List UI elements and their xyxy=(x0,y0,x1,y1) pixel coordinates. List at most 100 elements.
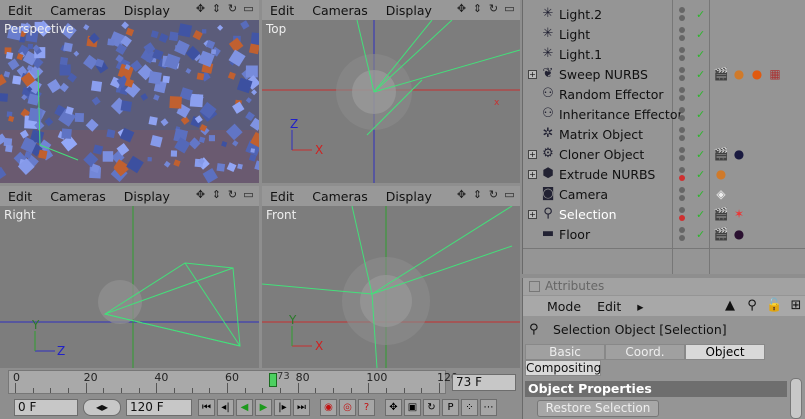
visibility-dots[interactable] xyxy=(677,104,693,124)
object-row[interactable]: ✳ Light ✓ xyxy=(523,24,805,44)
menu-display[interactable]: Display xyxy=(386,189,432,204)
enabled-check-icon[interactable]: ✓ xyxy=(696,68,705,81)
material-dark-purple-tag-icon[interactable]: ● xyxy=(731,226,747,242)
object-row[interactable]: + ⬢ Extrude NURBS ✓ ● xyxy=(523,164,805,184)
enabled-check-icon[interactable]: ✓ xyxy=(696,228,705,241)
expand-toggle-icon[interactable]: + xyxy=(528,69,537,79)
point-level-icon[interactable]: ⁘ xyxy=(461,399,478,416)
object-row[interactable]: + ⚙ Cloner Object ✓ 🎬 ● xyxy=(523,144,805,164)
record-icon[interactable]: ◉ xyxy=(320,399,337,416)
object-name[interactable]: Light.1 xyxy=(559,47,602,62)
scale-view-icon[interactable]: ⇕ xyxy=(210,188,223,202)
object-name[interactable]: Selection xyxy=(559,207,617,222)
enabled-check-icon[interactable]: ✓ xyxy=(696,48,705,61)
move-view-icon[interactable]: ✥ xyxy=(194,2,207,16)
go-to-start-icon[interactable]: ⏮ xyxy=(198,399,215,416)
enabled-check-icon[interactable]: ✓ xyxy=(696,148,705,161)
scale-view-icon[interactable]: ⇕ xyxy=(471,2,484,16)
go-to-end-icon[interactable]: ⏭ xyxy=(293,399,310,416)
visibility-dots[interactable] xyxy=(677,24,693,44)
menu-edit[interactable]: Edit xyxy=(597,299,621,314)
enabled-check-icon[interactable]: ✓ xyxy=(696,8,705,21)
visibility-dots[interactable] xyxy=(677,144,693,164)
scale-key-icon[interactable]: ▣ xyxy=(404,399,421,416)
keyframe-selection-icon[interactable]: ? xyxy=(358,399,375,416)
viewport-right-canvas[interactable]: Right Y Z xyxy=(0,206,259,368)
search-icon[interactable]: ⚲ xyxy=(744,298,760,313)
viewport-top-canvas[interactable]: Top x Z X xyxy=(262,20,520,183)
scale-view-icon[interactable]: ⇕ xyxy=(471,188,484,202)
expand-toggle-icon[interactable]: + xyxy=(528,149,537,159)
lock-icon[interactable]: 🔓 xyxy=(766,298,782,313)
expand-toggle-icon[interactable]: + xyxy=(528,169,537,179)
play-backward-icon[interactable]: ◀ xyxy=(236,399,253,416)
parameter-key-icon[interactable]: P xyxy=(442,399,459,416)
restore-selection-button[interactable]: Restore Selection xyxy=(537,400,659,417)
viewport-perspective[interactable]: Edit Cameras Display ✥ ⇕ ↻ ▭ Perspective xyxy=(0,0,259,183)
visibility-dots[interactable] xyxy=(677,184,693,204)
object-name[interactable]: Extrude NURBS xyxy=(559,167,655,182)
expand-toggle-icon[interactable]: + xyxy=(528,209,537,219)
scale-view-icon[interactable]: ⇕ xyxy=(210,2,223,16)
menu-display[interactable]: Display xyxy=(124,3,170,18)
maximize-view-icon[interactable]: ▭ xyxy=(503,2,516,16)
playhead[interactable] xyxy=(268,373,277,387)
timeline-settings-icon[interactable]: ⋯ xyxy=(480,399,497,416)
object-row[interactable]: ✳ Light.2 ✓ xyxy=(523,4,805,24)
rotate-view-icon[interactable]: ↻ xyxy=(487,188,500,202)
material-orange-tag-icon[interactable]: ● xyxy=(713,166,729,182)
visibility-dots[interactable] xyxy=(677,124,693,144)
enabled-check-icon[interactable]: ✓ xyxy=(696,188,705,201)
start-frame-field[interactable]: 0 F xyxy=(14,399,78,416)
viewport-front[interactable]: Edit Cameras Display ✥ ⇕ ↻ ▭ Front Y X xyxy=(262,186,520,368)
object-row[interactable]: + ❦ Sweep NURBS ✓ 🎬 ● ● ▦ xyxy=(523,64,805,84)
maximize-view-icon[interactable]: ▭ xyxy=(503,188,516,202)
clapper-tag-icon[interactable]: 🎬 xyxy=(713,146,729,162)
enabled-check-icon[interactable]: ✓ xyxy=(696,108,705,121)
play-forward-icon[interactable]: ▶ xyxy=(255,399,272,416)
object-name[interactable]: Inheritance Effector xyxy=(559,107,683,122)
enabled-check-icon[interactable]: ✓ xyxy=(696,168,705,181)
arrow-up-icon[interactable]: ▲ xyxy=(722,298,738,313)
maximize-view-icon[interactable]: ▭ xyxy=(242,188,255,202)
tab-object[interactable]: Object xyxy=(685,344,765,360)
menu-edit[interactable]: Edit xyxy=(270,3,294,18)
enabled-check-icon[interactable]: ✓ xyxy=(696,88,705,101)
clapper-tag-icon[interactable]: 🎬 xyxy=(713,66,729,82)
next-key-icon[interactable]: |▸ xyxy=(274,399,291,416)
object-manager-scroll-area[interactable] xyxy=(523,248,805,274)
selection-tag-tag-icon[interactable]: ✶ xyxy=(731,206,747,222)
object-name[interactable]: Light.2 xyxy=(559,7,602,22)
checker-tag-icon[interactable]: ▦ xyxy=(767,66,783,82)
menu-edit[interactable]: Edit xyxy=(270,189,294,204)
object-row[interactable]: ⚇ Inheritance Effector ✓ xyxy=(523,104,805,124)
panel-toggle-icon[interactable] xyxy=(529,281,540,292)
menu-more-icon[interactable]: ▸ xyxy=(637,299,643,314)
material-dark-blue-tag-icon[interactable]: ● xyxy=(731,146,747,162)
material-orange-tag-icon[interactable]: ● xyxy=(731,66,747,82)
object-name[interactable]: Light xyxy=(559,27,590,42)
new-panel-icon[interactable]: ⊞ xyxy=(788,298,804,313)
tab-coord[interactable]: Coord. xyxy=(605,344,685,360)
tab-compositing[interactable]: Compositing xyxy=(525,360,601,376)
viewport-top[interactable]: Edit Cameras Display ✥ ⇕ ↻ ▭ Top x Z X xyxy=(262,0,520,183)
enabled-check-icon[interactable]: ✓ xyxy=(696,28,705,41)
menu-cameras[interactable]: Cameras xyxy=(50,3,106,18)
object-row[interactable]: ▬ Floor ✓ 🎬 ● xyxy=(523,224,805,244)
move-view-icon[interactable]: ✥ xyxy=(455,188,468,202)
autokey-icon[interactable]: ◎ xyxy=(339,399,356,416)
rotate-view-icon[interactable]: ↻ xyxy=(226,2,239,16)
object-row[interactable]: ✳ Light.1 ✓ xyxy=(523,44,805,64)
object-name[interactable]: Camera xyxy=(559,187,608,202)
rotate-view-icon[interactable]: ↻ xyxy=(226,188,239,202)
visibility-dots[interactable] xyxy=(677,84,693,104)
clapper-tag-icon[interactable]: 🎬 xyxy=(713,226,729,242)
visibility-dots[interactable] xyxy=(677,204,693,224)
attributes-scrollbar[interactable] xyxy=(790,378,802,419)
previous-key-icon[interactable]: ◂| xyxy=(217,399,234,416)
menu-edit[interactable]: Edit xyxy=(8,3,32,18)
visibility-dots[interactable] xyxy=(677,4,693,24)
object-name[interactable]: Matrix Object xyxy=(559,127,643,142)
object-row[interactable]: ⚇ Random Effector ✓ xyxy=(523,84,805,104)
frame-range-slider[interactable]: ◂▸ xyxy=(83,399,121,416)
